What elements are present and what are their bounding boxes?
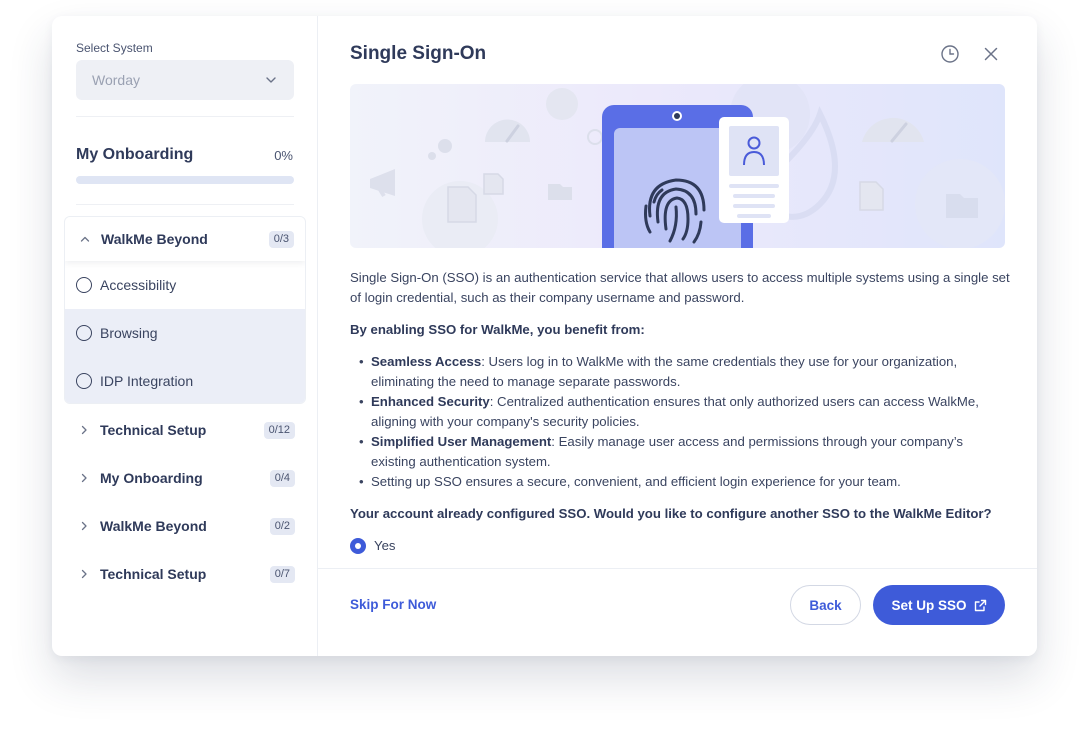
set-up-sso-button[interactable]: Set Up SSO bbox=[873, 585, 1005, 625]
history-icon[interactable] bbox=[940, 44, 960, 64]
task-group-count: 0/7 bbox=[269, 565, 295, 583]
sso-description: Single Sign-On (SSO) is an authenticatio… bbox=[350, 268, 1010, 556]
task-status-circle bbox=[76, 373, 92, 389]
task-group-my-onboarding[interactable]: My Onboarding 0/4 bbox=[64, 458, 306, 498]
task-group-title: My Onboarding bbox=[100, 470, 203, 486]
task-group-header[interactable]: WalkMe Beyond 0/3 bbox=[65, 217, 305, 261]
task-group-title: WalkMe Beyond bbox=[100, 518, 207, 534]
task-group-technical-setup[interactable]: Technical Setup 0/12 bbox=[64, 410, 306, 450]
system-select[interactable]: Worday bbox=[76, 60, 294, 100]
task-status-circle bbox=[76, 325, 92, 341]
yes-label: Yes bbox=[374, 538, 396, 553]
onboarding-progress-bar bbox=[76, 176, 294, 184]
benefit-term: Simplified User Management bbox=[371, 434, 552, 449]
benefit-item: Seamless Access: Users log in to WalkMe … bbox=[350, 352, 1010, 392]
chevron-right-icon bbox=[81, 473, 87, 483]
divider bbox=[76, 116, 294, 117]
task-group-count: 0/3 bbox=[268, 230, 294, 248]
task-group-walkme-beyond[interactable]: WalkMe Beyond 0/2 bbox=[64, 506, 306, 546]
task-group-technical-setup-2[interactable]: Technical Setup 0/7 bbox=[64, 554, 306, 594]
task-item-idp-integration[interactable]: IDP Integration bbox=[65, 357, 305, 403]
benefit-item: Simplified User Management: Easily manag… bbox=[350, 432, 1010, 472]
task-group-count: 0/12 bbox=[263, 421, 295, 439]
task-group-title: Technical Setup bbox=[100, 566, 207, 582]
chevron-right-icon bbox=[81, 521, 87, 531]
sidebar: Select System Worday My Onboarding 0% Wa… bbox=[52, 16, 318, 656]
sso-illustration bbox=[350, 84, 1005, 248]
chevron-up-icon bbox=[80, 236, 90, 242]
modal-footer: Skip For Now Back Set Up SSO bbox=[318, 568, 1037, 656]
sso-question: Your account already configured SSO. Wou… bbox=[350, 506, 992, 521]
benefit-item: Enhanced Security: Centralized authentic… bbox=[350, 392, 1010, 432]
task-group-title: Technical Setup bbox=[100, 422, 207, 438]
task-label: Browsing bbox=[100, 325, 158, 341]
page-title: Single Sign-On bbox=[350, 43, 487, 64]
benefit-term: Seamless Access bbox=[371, 354, 482, 369]
back-button[interactable]: Back bbox=[790, 585, 861, 625]
system-select-value: Worday bbox=[92, 72, 140, 88]
divider bbox=[76, 204, 294, 205]
chevron-right-icon bbox=[81, 425, 87, 435]
task-label: IDP Integration bbox=[100, 373, 194, 389]
task-item-browsing[interactable]: Browsing bbox=[65, 309, 305, 357]
intro-text: Single Sign-On (SSO) is an authenticatio… bbox=[350, 270, 1010, 305]
chevron-right-icon bbox=[81, 569, 87, 579]
benefits-heading: By enabling SSO for WalkMe, you benefit … bbox=[350, 322, 645, 337]
onboarding-percent: 0% bbox=[274, 148, 293, 163]
benefit-item: Setting up SSO ensures a secure, conveni… bbox=[350, 472, 1010, 492]
task-item-accessibility[interactable]: Accessibility bbox=[65, 261, 305, 309]
onboarding-title: My Onboarding bbox=[76, 146, 194, 163]
task-group-title: WalkMe Beyond bbox=[101, 231, 208, 247]
chevron-down-icon bbox=[266, 77, 276, 83]
benefit-text: Setting up SSO ensures a secure, conveni… bbox=[371, 474, 901, 489]
task-group-count: 0/4 bbox=[269, 469, 295, 487]
benefits-list: Seamless Access: Users log in to WalkMe … bbox=[350, 352, 1010, 492]
set-up-sso-label: Set Up SSO bbox=[891, 597, 967, 613]
external-link-icon bbox=[974, 599, 986, 611]
yes-radio-option[interactable]: Yes bbox=[350, 536, 1010, 556]
task-group-count: 0/2 bbox=[269, 517, 295, 535]
task-group-expanded: WalkMe Beyond 0/3 Accessibility Browsing… bbox=[64, 216, 306, 404]
main-panel: Single Sign-On Single Sign-On (SSO) is a… bbox=[318, 16, 1037, 656]
onboarding-modal: Select System Worday My Onboarding 0% Wa… bbox=[52, 16, 1037, 656]
select-system-label: Select System bbox=[76, 41, 153, 55]
close-icon[interactable] bbox=[981, 44, 1001, 64]
skip-for-now-link[interactable]: Skip For Now bbox=[350, 597, 436, 612]
task-status-circle bbox=[76, 277, 92, 293]
sso-illustration-art bbox=[350, 84, 1005, 248]
benefit-term: Enhanced Security bbox=[371, 394, 490, 409]
radio-selected-icon[interactable] bbox=[350, 538, 366, 554]
task-label: Accessibility bbox=[100, 277, 177, 293]
